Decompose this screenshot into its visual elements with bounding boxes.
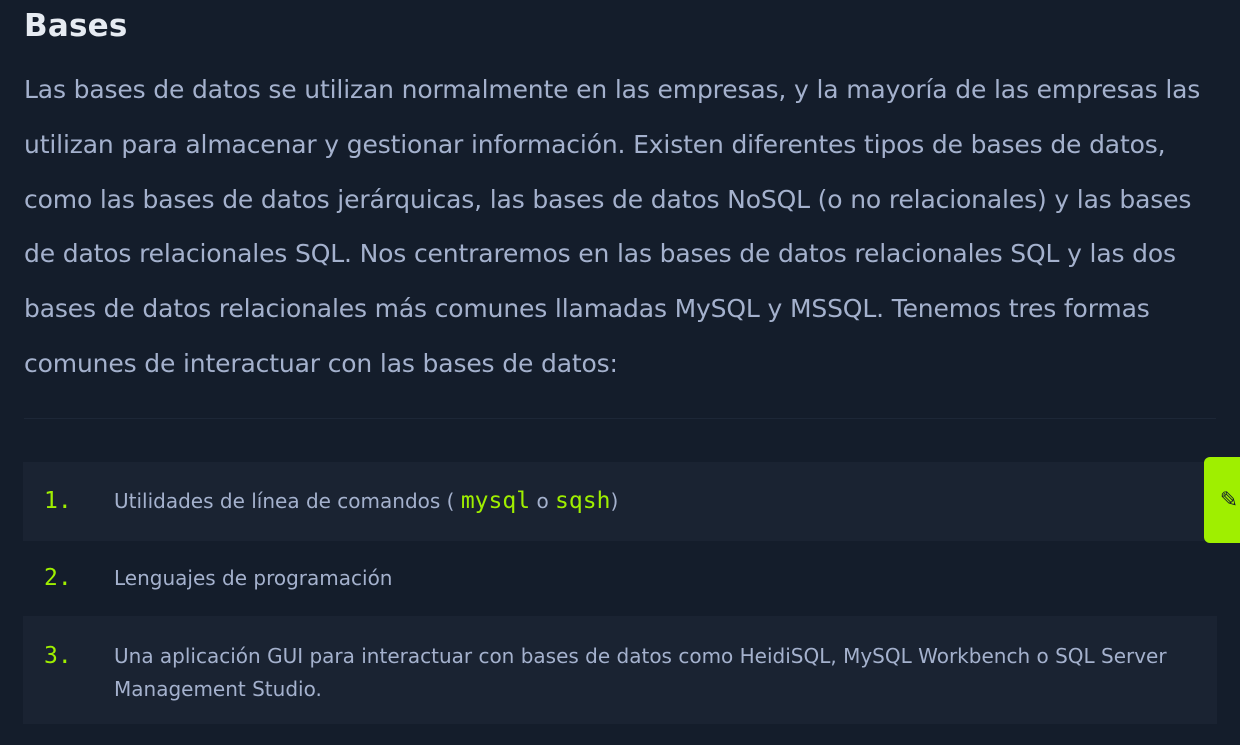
list-number: 1. <box>44 488 72 514</box>
list-item-text: Lenguajes de programación <box>114 566 393 590</box>
edit-button[interactable]: ✎ <box>1204 457 1240 543</box>
list-number: 3. <box>44 643 72 669</box>
section-heading: Bases <box>24 8 128 44</box>
list-item-text: Una aplicación GUI para interactuar con … <box>114 644 1167 701</box>
list-item-text: ) <box>610 489 619 513</box>
inline-code-sqsh: sqsh <box>555 488 611 514</box>
list-number: 2. <box>44 565 72 591</box>
list-item-text: Utilidades de línea de comandos ( <box>114 489 455 513</box>
list-item: 2. Lenguajes de programación <box>23 541 1217 616</box>
divider <box>24 418 1216 419</box>
list-item-text: o <box>536 489 549 513</box>
ordered-list: 1. Utilidades de línea de comandos ( mys… <box>23 462 1217 724</box>
page: Bases Las bases de datos se utilizan nor… <box>0 0 1240 745</box>
list-item: 3. Una aplicación GUI para interactuar c… <box>23 616 1217 724</box>
list-item: 1. Utilidades de línea de comandos ( mys… <box>23 462 1217 541</box>
intro-paragraph: Las bases de datos se utilizan normalmen… <box>24 75 1201 378</box>
pencil-icon: ✎ <box>1219 487 1239 513</box>
inline-code-mysql: mysql <box>460 488 531 514</box>
